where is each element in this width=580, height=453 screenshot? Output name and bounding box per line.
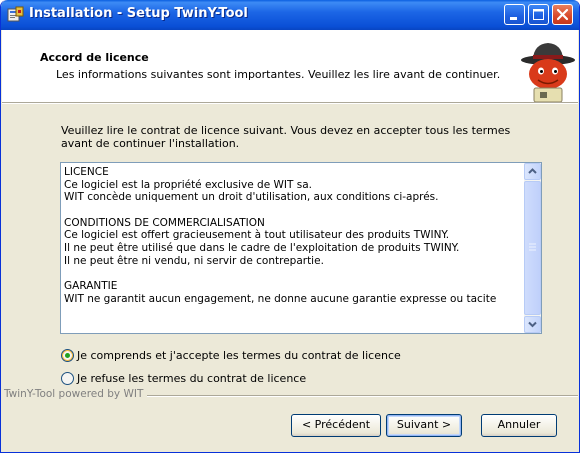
refuse-radio[interactable] xyxy=(61,372,74,385)
back-button[interactable]: < Précédent xyxy=(291,414,381,437)
chevron-up-icon xyxy=(528,168,537,174)
license-line: Il ne peut être utilisé que dans le cadr… xyxy=(64,242,460,255)
minimize-button[interactable] xyxy=(504,4,525,25)
license-text: LICENCE Ce logiciel est la propriété excl… xyxy=(64,166,522,332)
window-title: Installation - Setup TwinY-Tool xyxy=(29,6,248,21)
powered-by-label: TwinY-Tool powered by WIT xyxy=(4,388,148,400)
chevron-down-icon xyxy=(528,321,537,328)
header-separator xyxy=(2,102,578,104)
license-line xyxy=(64,204,522,217)
grip-icon xyxy=(529,243,536,251)
license-line: GARANTIE xyxy=(64,280,118,293)
license-line: WIT ne garantit aucun engagement, ne don… xyxy=(64,292,497,305)
close-icon xyxy=(556,8,569,21)
scroll-down-button[interactable] xyxy=(524,316,541,333)
close-button[interactable] xyxy=(552,4,573,25)
mascot-hat-icon xyxy=(521,43,575,102)
minimize-icon xyxy=(510,17,517,20)
license-line: WIT concède uniquement un droit d'utilis… xyxy=(64,191,439,204)
scroll-up-button[interactable] xyxy=(524,163,541,180)
page-title: Accord de licence xyxy=(40,51,149,64)
installer-icon xyxy=(7,6,24,23)
license-text-box[interactable]: LICENCE Ce logiciel est la propriété excl… xyxy=(60,162,542,334)
accept-label[interactable]: Je comprends et j'accepte les termes du … xyxy=(77,349,401,362)
title-bar[interactable]: Installation - Setup TwinY-Tool xyxy=(1,0,579,30)
cancel-button[interactable]: Annuler xyxy=(481,414,557,437)
license-line: Il ne peut être ni vendu, ni servir de c… xyxy=(64,254,324,267)
license-line: Ce logiciel est offert gracieusement à t… xyxy=(64,229,450,242)
page-subtitle: Les informations suivantes sont importan… xyxy=(56,68,501,81)
license-line xyxy=(64,268,522,281)
refuse-label[interactable]: Je refuse les termes du contrat de licen… xyxy=(77,372,306,385)
next-button[interactable]: Suivant > xyxy=(386,414,462,437)
license-line: LICENCE xyxy=(64,166,109,178)
license-line: CONDITIONS DE COMMERCIALISATION xyxy=(64,216,265,229)
accept-radio[interactable] xyxy=(61,349,74,362)
license-line: Ce logiciel est la propriété exclusive d… xyxy=(64,178,312,191)
license-instructions: Veuillez lire le contrat de licence suiv… xyxy=(61,124,511,150)
wizard-header: Accord de licence Les informations suiva… xyxy=(2,30,578,102)
license-scrollbar[interactable] xyxy=(524,163,541,333)
maximize-icon xyxy=(533,9,544,20)
scroll-thumb[interactable] xyxy=(524,181,541,315)
installer-window: Installation - Setup TwinY-Tool Accord d… xyxy=(0,0,580,453)
maximize-button[interactable] xyxy=(528,4,549,25)
